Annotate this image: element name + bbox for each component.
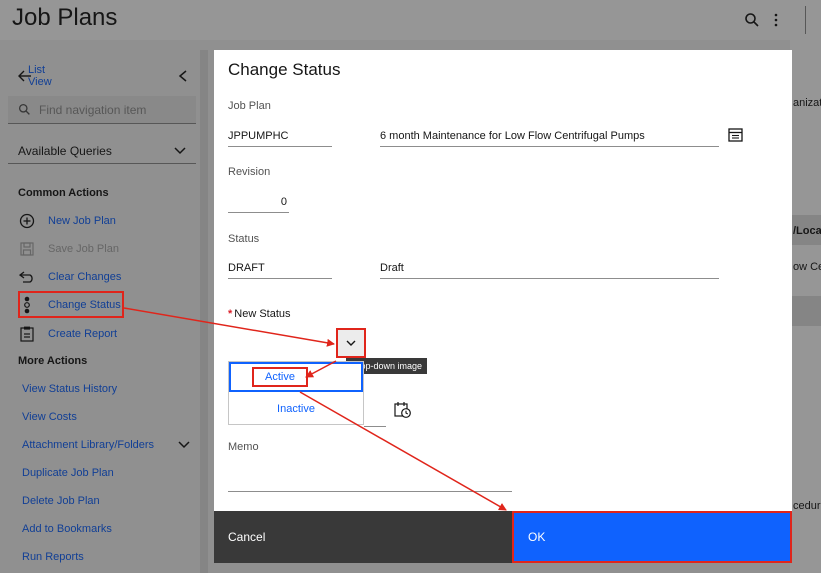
new-status-label-row: * New Status bbox=[228, 308, 291, 320]
job-plan-label: Job Plan bbox=[228, 100, 271, 112]
option-active[interactable]: Active bbox=[229, 362, 363, 392]
dialog-title: Change Status bbox=[228, 60, 341, 79]
revision-field: 0 bbox=[228, 191, 289, 213]
status-options-menu: Active Inactive bbox=[228, 361, 364, 425]
job-plan-description-field: 6 month Maintenance for Low Flow Centrif… bbox=[380, 125, 719, 147]
cancel-button[interactable]: Cancel bbox=[214, 511, 512, 563]
status-label: Status bbox=[228, 233, 260, 245]
date-field-underline bbox=[364, 426, 386, 427]
new-status-label: New Status bbox=[234, 308, 291, 320]
option-active-label: Active bbox=[252, 367, 308, 387]
calendar-clock-icon[interactable] bbox=[394, 401, 412, 419]
revision-label: Revision bbox=[228, 166, 271, 178]
dropdown-toggle-button[interactable] bbox=[336, 328, 366, 358]
status-field: DRAFT bbox=[228, 257, 332, 279]
job-plan-field: JPPUMPHC bbox=[228, 125, 332, 147]
change-status-dialog: Change Status Job Plan JPPUMPHC 6 month … bbox=[214, 50, 792, 563]
required-marker: * bbox=[228, 308, 233, 320]
option-inactive[interactable]: Inactive bbox=[229, 394, 363, 424]
chevron-down-icon bbox=[346, 340, 356, 346]
memo-field[interactable] bbox=[228, 470, 512, 492]
annotation-highlight-box bbox=[18, 291, 124, 318]
ok-button[interactable]: OK bbox=[512, 511, 792, 563]
status-description-field: Draft bbox=[380, 257, 719, 279]
details-icon[interactable] bbox=[728, 128, 743, 142]
memo-label: Memo bbox=[228, 441, 259, 453]
